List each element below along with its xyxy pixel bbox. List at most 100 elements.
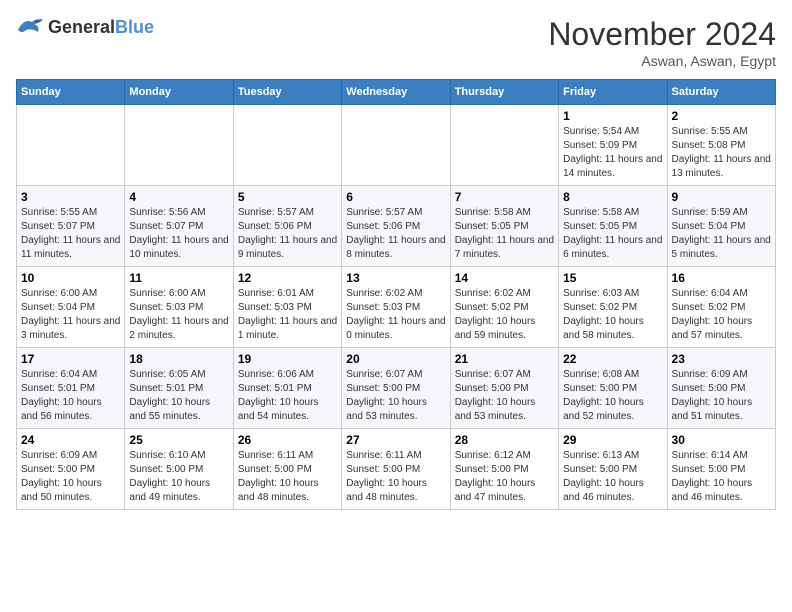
day-number: 8 xyxy=(563,190,662,204)
day-number: 30 xyxy=(672,433,771,447)
day-info: Sunrise: 6:02 AM Sunset: 5:03 PM Dayligh… xyxy=(346,287,445,343)
header: GeneralBlue November 2024 Aswan, Aswan, … xyxy=(16,16,776,69)
calendar-week-row: 10Sunrise: 6:00 AM Sunset: 5:04 PM Dayli… xyxy=(17,267,776,348)
day-number: 7 xyxy=(455,190,554,204)
calendar-week-row: 1 Sunrise: 5:54 AM Sunset: 5:09 PM Daylig… xyxy=(17,105,776,186)
location: Aswan, Aswan, Egypt xyxy=(548,53,776,69)
calendar-cell xyxy=(233,105,341,186)
day-number: 12 xyxy=(238,271,337,285)
weekday-header-row: SundayMondayTuesdayWednesdayThursdayFrid… xyxy=(17,80,776,105)
day-info: Sunrise: 6:13 AM Sunset: 5:00 PM Dayligh… xyxy=(563,449,662,505)
day-number: 27 xyxy=(346,433,445,447)
calendar-cell: 20 Sunrise: 6:07 AM Sunset: 5:00 PM Dayli… xyxy=(342,348,450,429)
day-number: 11 xyxy=(129,271,228,285)
day-info: Sunrise: 6:09 AM Sunset: 5:00 PM Dayligh… xyxy=(21,449,120,505)
day-info: Sunrise: 5:56 AM Sunset: 5:07 PM Dayligh… xyxy=(129,206,228,262)
calendar-cell: 5 Sunrise: 5:57 AM Sunset: 5:06 PM Daylig… xyxy=(233,186,341,267)
day-info: Sunrise: 6:00 AM Sunset: 5:03 PM Dayligh… xyxy=(129,287,228,343)
day-info: Sunrise: 5:57 AM Sunset: 5:06 PM Dayligh… xyxy=(238,206,337,262)
logo-general: General xyxy=(48,17,115,37)
day-number: 6 xyxy=(346,190,445,204)
calendar-cell xyxy=(342,105,450,186)
calendar-cell: 15 Sunrise: 6:03 AM Sunset: 5:02 PM Dayli… xyxy=(559,267,667,348)
day-number: 26 xyxy=(238,433,337,447)
weekday-header: Sunday xyxy=(17,80,125,105)
calendar-cell: 3 Sunrise: 5:55 AM Sunset: 5:07 PM Daylig… xyxy=(17,186,125,267)
calendar-cell xyxy=(450,105,558,186)
day-info: Sunrise: 6:05 AM Sunset: 5:01 PM Dayligh… xyxy=(129,368,228,424)
calendar-cell: 10Sunrise: 6:00 AM Sunset: 5:04 PM Dayli… xyxy=(17,267,125,348)
day-number: 21 xyxy=(455,352,554,366)
day-number: 3 xyxy=(21,190,120,204)
day-number: 14 xyxy=(455,271,554,285)
day-number: 25 xyxy=(129,433,228,447)
day-number: 5 xyxy=(238,190,337,204)
day-number: 4 xyxy=(129,190,228,204)
calendar-cell xyxy=(17,105,125,186)
calendar-cell: 7 Sunrise: 5:58 AM Sunset: 5:05 PM Daylig… xyxy=(450,186,558,267)
day-number: 2 xyxy=(672,109,771,123)
day-info: Sunrise: 6:14 AM Sunset: 5:00 PM Dayligh… xyxy=(672,449,771,505)
day-info: Sunrise: 5:55 AM Sunset: 5:08 PM Dayligh… xyxy=(672,125,771,181)
weekday-header: Saturday xyxy=(667,80,775,105)
calendar-cell: 21 Sunrise: 6:07 AM Sunset: 5:00 PM Dayli… xyxy=(450,348,558,429)
calendar-cell: 24Sunrise: 6:09 AM Sunset: 5:00 PM Dayli… xyxy=(17,429,125,510)
calendar-cell: 27Sunrise: 6:11 AM Sunset: 5:00 PM Dayli… xyxy=(342,429,450,510)
weekday-header: Thursday xyxy=(450,80,558,105)
month-title: November 2024 xyxy=(548,16,776,53)
day-number: 13 xyxy=(346,271,445,285)
calendar-week-row: 24Sunrise: 6:09 AM Sunset: 5:00 PM Dayli… xyxy=(17,429,776,510)
day-info: Sunrise: 6:04 AM Sunset: 5:01 PM Dayligh… xyxy=(21,368,120,424)
day-number: 1 xyxy=(563,109,662,123)
day-number: 18 xyxy=(129,352,228,366)
day-info: Sunrise: 5:58 AM Sunset: 5:05 PM Dayligh… xyxy=(563,206,662,262)
day-info: Sunrise: 5:54 AM Sunset: 5:09 PM Dayligh… xyxy=(563,125,662,181)
day-info: Sunrise: 6:08 AM Sunset: 5:00 PM Dayligh… xyxy=(563,368,662,424)
day-number: 28 xyxy=(455,433,554,447)
day-number: 9 xyxy=(672,190,771,204)
day-number: 19 xyxy=(238,352,337,366)
calendar-week-row: 17 Sunrise: 6:04 AM Sunset: 5:01 PM Dayli… xyxy=(17,348,776,429)
calendar-cell xyxy=(125,105,233,186)
day-info: Sunrise: 6:10 AM Sunset: 5:00 PM Dayligh… xyxy=(129,449,228,505)
day-info: Sunrise: 6:06 AM Sunset: 5:01 PM Dayligh… xyxy=(238,368,337,424)
day-info: Sunrise: 6:03 AM Sunset: 5:02 PM Dayligh… xyxy=(563,287,662,343)
calendar-cell: 18 Sunrise: 6:05 AM Sunset: 5:01 PM Dayli… xyxy=(125,348,233,429)
day-info: Sunrise: 6:07 AM Sunset: 5:00 PM Dayligh… xyxy=(455,368,554,424)
calendar-cell: 11 Sunrise: 6:00 AM Sunset: 5:03 PM Dayli… xyxy=(125,267,233,348)
calendar-cell: 25 Sunrise: 6:10 AM Sunset: 5:00 PM Dayli… xyxy=(125,429,233,510)
calendar-cell: 28 Sunrise: 6:12 AM Sunset: 5:00 PM Dayli… xyxy=(450,429,558,510)
day-info: Sunrise: 6:02 AM Sunset: 5:02 PM Dayligh… xyxy=(455,287,554,343)
day-number: 20 xyxy=(346,352,445,366)
logo-bird-icon xyxy=(16,16,44,38)
calendar-cell: 23 Sunrise: 6:09 AM Sunset: 5:00 PM Dayli… xyxy=(667,348,775,429)
calendar-cell: 8 Sunrise: 5:58 AM Sunset: 5:05 PM Daylig… xyxy=(559,186,667,267)
day-info: Sunrise: 5:58 AM Sunset: 5:05 PM Dayligh… xyxy=(455,206,554,262)
day-number: 29 xyxy=(563,433,662,447)
day-number: 17 xyxy=(21,352,120,366)
day-info: Sunrise: 6:04 AM Sunset: 5:02 PM Dayligh… xyxy=(672,287,771,343)
calendar-cell: 17 Sunrise: 6:04 AM Sunset: 5:01 PM Dayli… xyxy=(17,348,125,429)
day-info: Sunrise: 6:07 AM Sunset: 5:00 PM Dayligh… xyxy=(346,368,445,424)
day-info: Sunrise: 6:01 AM Sunset: 5:03 PM Dayligh… xyxy=(238,287,337,343)
day-number: 15 xyxy=(563,271,662,285)
title-area: November 2024 Aswan, Aswan, Egypt xyxy=(548,16,776,69)
calendar-cell: 6 Sunrise: 5:57 AM Sunset: 5:06 PM Daylig… xyxy=(342,186,450,267)
calendar-cell: 22 Sunrise: 6:08 AM Sunset: 5:00 PM Dayli… xyxy=(559,348,667,429)
day-number: 23 xyxy=(672,352,771,366)
day-info: Sunrise: 5:57 AM Sunset: 5:06 PM Dayligh… xyxy=(346,206,445,262)
calendar-cell: 30 Sunrise: 6:14 AM Sunset: 5:00 PM Dayli… xyxy=(667,429,775,510)
calendar-cell: 12 Sunrise: 6:01 AM Sunset: 5:03 PM Dayli… xyxy=(233,267,341,348)
day-info: Sunrise: 5:59 AM Sunset: 5:04 PM Dayligh… xyxy=(672,206,771,262)
calendar-cell: 1 Sunrise: 5:54 AM Sunset: 5:09 PM Daylig… xyxy=(559,105,667,186)
logo-blue: Blue xyxy=(115,17,154,37)
calendar-cell: 9 Sunrise: 5:59 AM Sunset: 5:04 PM Daylig… xyxy=(667,186,775,267)
day-info: Sunrise: 6:12 AM Sunset: 5:00 PM Dayligh… xyxy=(455,449,554,505)
calendar-cell: 19 Sunrise: 6:06 AM Sunset: 5:01 PM Dayli… xyxy=(233,348,341,429)
calendar-cell: 13 Sunrise: 6:02 AM Sunset: 5:03 PM Dayli… xyxy=(342,267,450,348)
weekday-header: Wednesday xyxy=(342,80,450,105)
day-number: 22 xyxy=(563,352,662,366)
day-info: Sunrise: 5:55 AM Sunset: 5:07 PM Dayligh… xyxy=(21,206,120,262)
day-info: Sunrise: 6:09 AM Sunset: 5:00 PM Dayligh… xyxy=(672,368,771,424)
day-number: 16 xyxy=(672,271,771,285)
